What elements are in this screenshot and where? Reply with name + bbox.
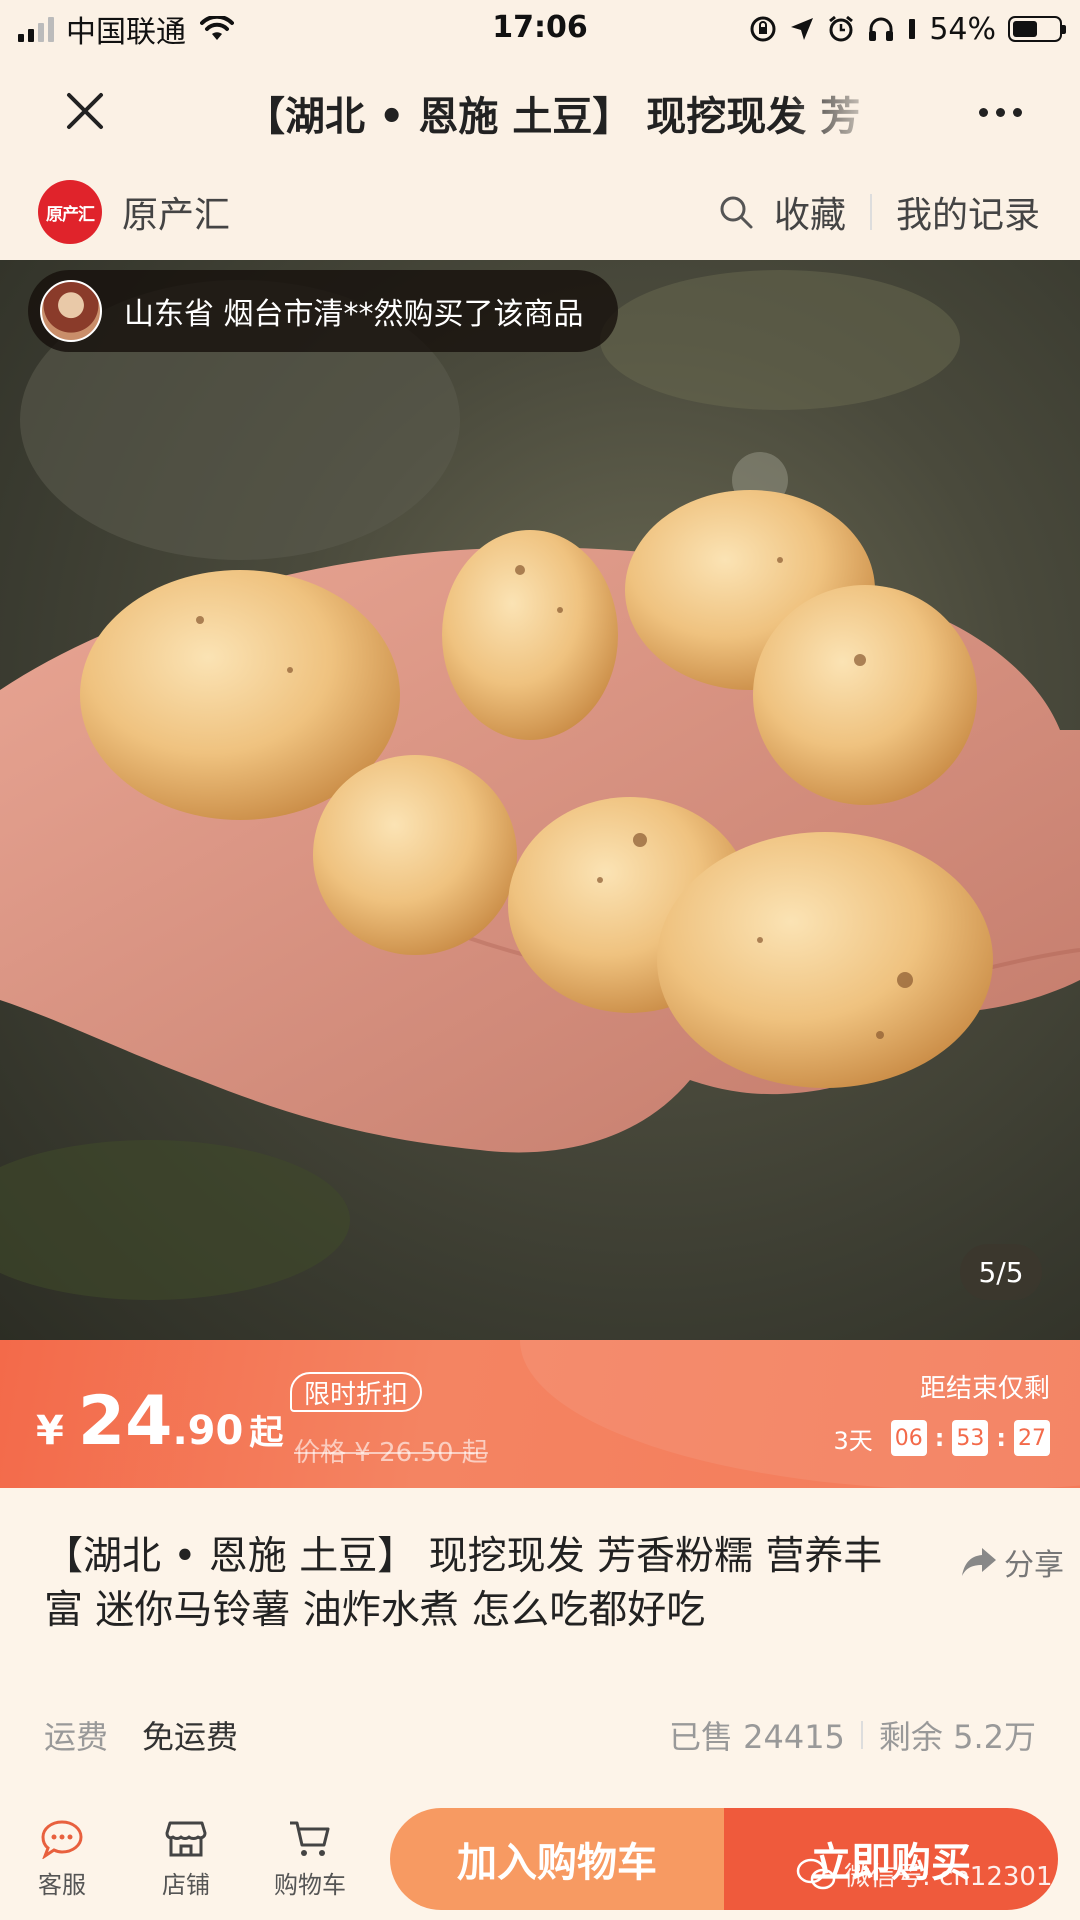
countdown-days: 3天: [833, 1426, 873, 1455]
wifi-icon: [200, 16, 234, 40]
price-suffix: 起: [249, 1413, 284, 1453]
shopping-cart-icon: [290, 1821, 330, 1856]
countdown-timer: 3天 06 : 53 : 27: [833, 1420, 1050, 1456]
nav-label: 店铺: [162, 1870, 210, 1899]
share-label: 分享: [1004, 1548, 1064, 1583]
location-icon: [791, 18, 814, 40]
battery-charge-icon: [909, 19, 916, 39]
shipping-label: 运费: [44, 1718, 109, 1756]
share-button[interactable]: 分享: [960, 1540, 1064, 1584]
stock-remaining: 剩余 5.2万: [878, 1718, 1036, 1756]
headphones-icon: [869, 17, 894, 41]
favorite-button[interactable]: 收藏: [774, 186, 846, 238]
customer-service-button[interactable]: 客服: [0, 1819, 124, 1900]
price-currency: ¥: [36, 1408, 64, 1454]
more-dot-icon: [995, 107, 1005, 117]
page-title: 【湖北 • 恩施 土豆】 现挖现发 芳: [245, 94, 861, 140]
purchase-notification: 山东省 烟台市清**然购买了该商品: [28, 270, 618, 352]
countdown-separator: :: [934, 1424, 945, 1452]
search-icon[interactable]: [718, 194, 754, 230]
title-bar: 【湖北 • 恩施 土豆】 现挖现发 芳: [0, 58, 1080, 164]
discount-tag: 限时折扣: [290, 1372, 423, 1412]
price-integer: 24: [77, 1382, 173, 1461]
share-icon: [962, 1548, 996, 1576]
alarm-icon: [829, 15, 854, 42]
purchase-notice-text: 山东省 烟台市清**然购买了该商品: [124, 297, 584, 332]
close-button[interactable]: [50, 76, 120, 146]
price-decimal: .90: [172, 1408, 244, 1454]
close-icon: [67, 93, 103, 129]
countdown-minutes: 53: [952, 1420, 989, 1456]
price-banner: ¥ 24 .90 起 限时折扣 价格 ¥ 26.50 起 距结束仅剩 3天 06…: [0, 1340, 1080, 1488]
avatar: [40, 280, 102, 342]
countdown-label: 距结束仅剩: [919, 1374, 1050, 1404]
original-price: 价格 ¥ 26.50 起: [294, 1438, 488, 1468]
divider: [860, 1721, 863, 1749]
divider: [869, 194, 872, 230]
product-image-carousel[interactable]: 山东省 烟台市清**然购买了该商品 5/5: [0, 260, 1080, 1340]
store-logo[interactable]: 原产汇: [38, 180, 102, 244]
shipping-value: 免运费: [142, 1718, 239, 1756]
chat-bubble-icon: [41, 1819, 83, 1859]
my-records-button[interactable]: 我的记录: [896, 186, 1040, 238]
carrier-label: 中国联通: [66, 15, 186, 50]
current-price: ¥ 24 .90 起: [36, 1382, 283, 1461]
product-title: 【湖北 • 恩施 土豆】 现挖现发 芳香粉糯 营养丰富 迷你马铃薯 油炸水煮 怎…: [44, 1534, 883, 1633]
product-photo: [0, 270, 1080, 1300]
store-name[interactable]: 原产汇: [122, 186, 230, 238]
sold-count: 已售 24415: [668, 1718, 845, 1756]
more-button[interactable]: [970, 92, 1030, 132]
signal-icon: [18, 16, 54, 42]
battery-fill: [1013, 21, 1037, 37]
countdown-hours: 06: [890, 1420, 927, 1456]
countdown-seconds: 27: [1014, 1420, 1050, 1456]
nav-label: 客服: [38, 1870, 86, 1899]
shop-button[interactable]: 店铺: [124, 1819, 248, 1900]
watermark-text: 微信号: cn12301: [844, 1862, 1053, 1892]
countdown-separator: :: [996, 1424, 1006, 1452]
cart-button[interactable]: 购物车: [248, 1819, 372, 1900]
battery-percent: 54%: [929, 11, 996, 47]
watermark: 微信号: cn12301: [796, 1856, 1053, 1893]
add-to-cart-button[interactable]: 加入购物车: [390, 1808, 724, 1910]
image-counter: 5/5: [960, 1244, 1042, 1300]
rotation-lock-icon: [750, 16, 776, 42]
more-dot-icon: [978, 107, 988, 117]
battery-icon: [1008, 16, 1066, 42]
more-dot-icon: [1012, 107, 1022, 117]
wechat-icon: [796, 1858, 836, 1889]
store-bar: 原产汇 原产汇 收藏 我的记录: [0, 164, 1080, 260]
status-bar: 中国联通 17:06 54%: [0, 0, 1080, 58]
product-info: 【湖北 • 恩施 土豆】 现挖现发 芳香粉糯 营养丰富 迷你马铃薯 油炸水煮 怎…: [0, 1488, 1080, 1798]
nav-label: 购物车: [274, 1870, 346, 1899]
store-icon: [165, 1821, 207, 1856]
shipping-row: 运费 免运费 已售 24415 剩余 5.2万: [44, 1712, 1036, 1758]
